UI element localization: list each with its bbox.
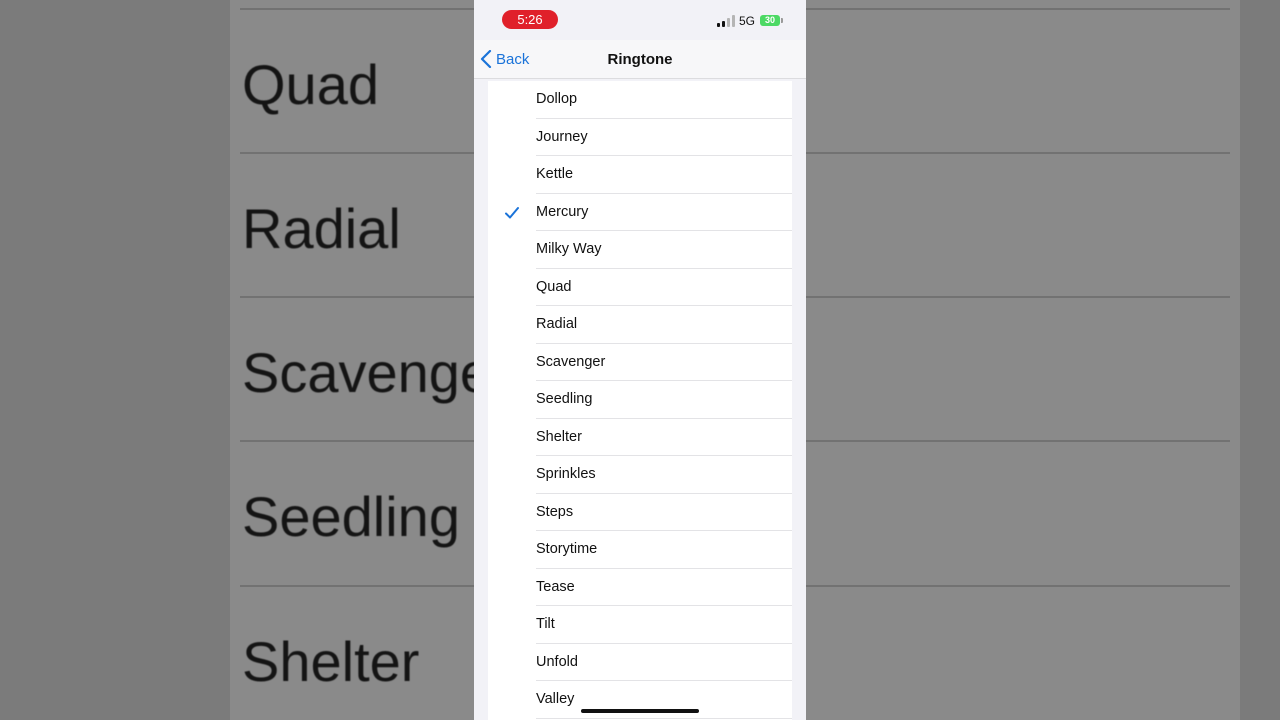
phone-screen: 5:26 5G 30 Back Ringtone Dollop Journey Ke… [474,0,806,720]
ringtone-label: Journey [536,128,588,145]
ringtone-row[interactable]: Storytime [488,531,792,569]
status-bar: 5:26 5G 30 [474,0,806,40]
ringtone-label: Valley [536,691,575,707]
navigation-bar: Back Ringtone [474,40,806,79]
network-label: 5G [739,14,756,28]
ringtone-row[interactable]: Mercury [488,194,792,231]
ringtone-label: Sprinkles [536,466,596,482]
ringtone-label: Seedling [536,391,593,407]
ringtone-label: Unfold [536,653,578,670]
ringtone-label: Mercury [536,203,589,220]
ringtone-label: Kettle [536,166,574,182]
ringtone-label: Radial [536,316,578,332]
ringtone-label: Shelter [536,428,582,445]
background-row: Seedling [242,485,460,548]
ringtone-list: Dollop Journey Kettle Mercury Milky Way Quad R… [488,81,792,720]
background-row: Scavenge [242,341,492,404]
ringtone-row[interactable]: Dollop [488,81,792,119]
ringtone-label: Tilt [536,616,555,632]
background-row: Radial [242,197,401,260]
ringtone-row[interactable]: Steps [488,494,792,531]
ringtone-label: Dollop [536,91,578,107]
page-title: Ringtone [607,51,673,68]
home-indicator[interactable] [581,709,699,713]
ringtone-row[interactable]: Scavenger [488,344,792,381]
battery-tip [781,18,783,23]
ringtone-row[interactable]: Seedling [488,381,792,419]
background-row: Shelter [242,630,420,693]
ringtone-label: Storytime [536,541,598,557]
ringtone-row[interactable]: Unfold [488,644,792,681]
checkmark-icon [505,206,519,218]
ringtone-label: Tease [536,578,575,595]
ringtone-row[interactable]: Radial [488,306,792,344]
ringtone-row[interactable]: Kettle [488,156,792,194]
battery-icon: 30 [760,15,780,26]
signal-icon [717,15,735,27]
ringtone-row[interactable]: Quad [488,269,792,306]
ringtone-row[interactable]: Journey [488,119,792,156]
ringtone-row[interactable]: Tease [488,569,792,606]
row-separator [536,717,792,719]
ringtone-label: Steps [536,503,574,520]
ringtone-row[interactable]: Sprinkles [488,456,792,494]
background-row: Quad [242,53,379,116]
ringtone-label: Scavenger [536,353,606,370]
ringtone-row[interactable]: Tilt [488,606,792,644]
ringtone-row[interactable]: Milky Way [488,231,792,269]
status-time[interactable]: 5:26 [502,10,558,29]
ringtone-label: Milky Way [536,241,602,257]
ringtone-label: Quad [536,278,572,295]
ringtone-row[interactable]: Shelter [488,419,792,456]
